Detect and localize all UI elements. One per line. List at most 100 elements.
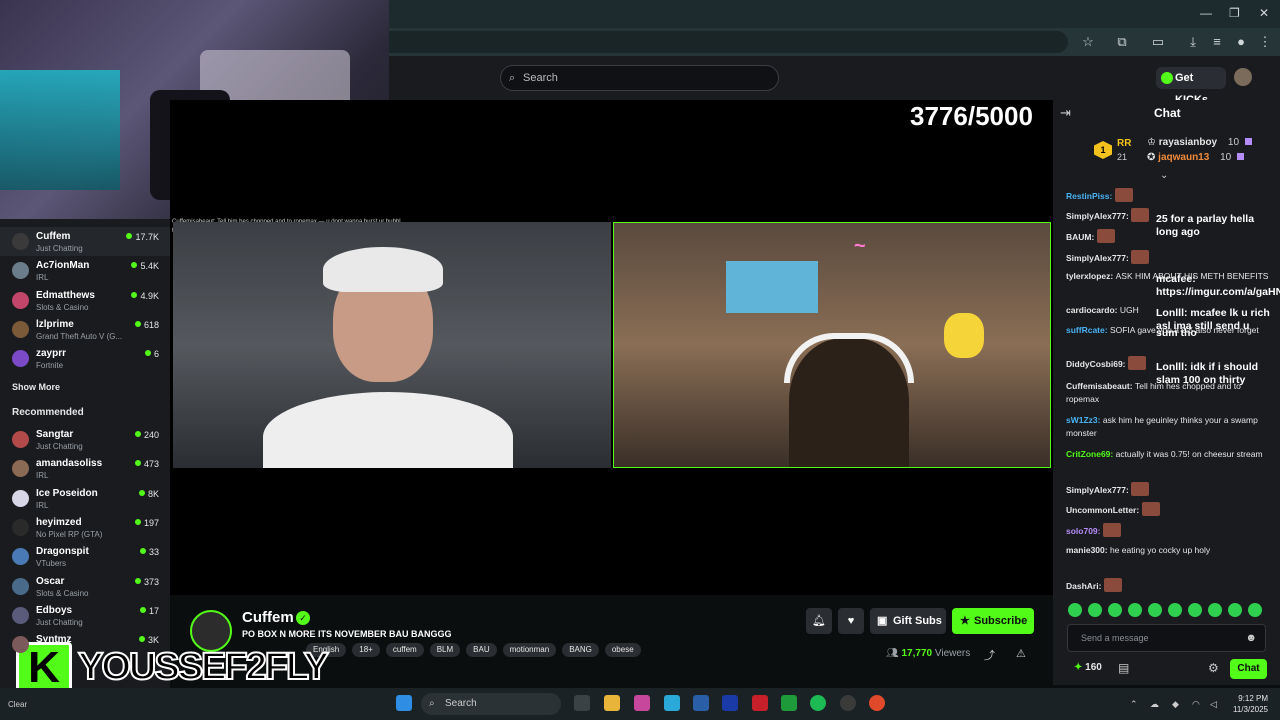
edge-icon[interactable] bbox=[664, 695, 680, 711]
taskbar-clock[interactable]: 9:12 PM 11/3/2025 bbox=[1228, 693, 1268, 715]
stream-tag[interactable]: cuffem bbox=[385, 643, 424, 657]
share-icon[interactable]: ⤴ bbox=[984, 647, 995, 663]
quick-emote[interactable] bbox=[1208, 603, 1222, 617]
chat-username[interactable]: RestinPiss: bbox=[1066, 191, 1115, 201]
wifi-icon[interactable]: ◠ bbox=[1192, 699, 1200, 710]
stream-title: PO BOX N MORE ITS NOVEMBER BAU BANGGG bbox=[242, 629, 452, 639]
stream-tag[interactable]: BANG bbox=[562, 643, 599, 657]
chat-username[interactable]: DashAri: bbox=[1066, 581, 1104, 591]
chat-username[interactable]: Cuffemisabeaut: bbox=[1066, 381, 1135, 391]
minimize-button[interactable]: — bbox=[1200, 6, 1212, 20]
url-field[interactable] bbox=[388, 31, 1068, 53]
sidebar-channel[interactable]: heyimzed No Pixel RP (GTA) 197 bbox=[0, 513, 170, 542]
chat-username[interactable]: SimplyAlex777: bbox=[1066, 253, 1131, 263]
copilot-icon[interactable] bbox=[634, 695, 650, 711]
leaderboard-user[interactable]: rayasianboy bbox=[1159, 137, 1217, 148]
chat-send-button[interactable]: Chat bbox=[1230, 659, 1267, 679]
show-more-link[interactable]: Show More bbox=[12, 382, 60, 392]
tray-chevron-icon[interactable]: ⌃ bbox=[1130, 699, 1138, 710]
sidebar-channel[interactable]: Oscar Slots & Casino 373 bbox=[0, 572, 170, 601]
sidebar-channel[interactable]: Edmatthews Slots & Casino 4.9K bbox=[0, 286, 170, 315]
start-icon[interactable] bbox=[396, 695, 412, 711]
store-app-icon[interactable] bbox=[693, 695, 709, 711]
report-icon[interactable]: ⚠ bbox=[1016, 647, 1026, 660]
task-view-icon[interactable] bbox=[574, 695, 590, 711]
quick-emote[interactable] bbox=[1168, 603, 1182, 617]
chat-settings-icon[interactable]: ⚙ bbox=[1208, 661, 1219, 675]
quick-emote[interactable] bbox=[1108, 603, 1122, 617]
stream-tag[interactable]: motionman bbox=[502, 643, 557, 657]
gift-subs-button[interactable]: ▣ Gift Subs bbox=[870, 608, 946, 634]
queue-icon[interactable]: ≡ bbox=[1209, 34, 1225, 50]
stream-tag[interactable]: BLM bbox=[429, 643, 461, 657]
chat-username[interactable]: BAUM: bbox=[1066, 232, 1097, 242]
sidebar-channel[interactable]: Cuffem Just Chatting 17.7K bbox=[0, 227, 170, 256]
browser-menu-icon[interactable]: ⋮ bbox=[1257, 34, 1273, 50]
chat-username[interactable]: SimplyAlex777: bbox=[1066, 485, 1131, 495]
l-app-icon[interactable] bbox=[722, 695, 738, 711]
quick-emote[interactable] bbox=[1068, 603, 1082, 617]
volume-icon[interactable]: ◁ bbox=[1210, 699, 1217, 710]
xbox-icon[interactable] bbox=[781, 695, 797, 711]
stream-tag[interactable]: 18+ bbox=[352, 643, 380, 657]
maximize-button[interactable]: ❐ bbox=[1229, 6, 1240, 20]
cloud-icon[interactable]: ☁ bbox=[1150, 699, 1159, 710]
file-explorer-icon[interactable] bbox=[604, 695, 620, 711]
chat-username[interactable]: cardiocardo: bbox=[1066, 305, 1120, 315]
app-icon[interactable] bbox=[840, 695, 856, 711]
quick-emote[interactable] bbox=[1148, 603, 1162, 617]
sidebar-channel[interactable]: zayprr Fortnite 6 bbox=[0, 344, 170, 373]
chat-username[interactable]: CritZone69: bbox=[1066, 449, 1116, 459]
profile-avatar[interactable]: ● bbox=[1233, 34, 1249, 50]
quick-emote[interactable] bbox=[1188, 603, 1202, 617]
taskbar-search[interactable]: ⌕ Search bbox=[421, 693, 561, 715]
tray-app-icon[interactable]: ◆ bbox=[1172, 699, 1179, 710]
stream-tag[interactable]: BAU bbox=[466, 643, 497, 657]
quick-emote[interactable] bbox=[1228, 603, 1242, 617]
search-input[interactable]: ⌕ Search bbox=[500, 65, 779, 91]
extensions-icon[interactable]: ⧉ bbox=[1114, 34, 1130, 50]
collapse-chat-icon[interactable]: ⇥ bbox=[1060, 105, 1071, 121]
sidebar-channel[interactable]: Edboys Just Chatting 17 bbox=[0, 601, 170, 630]
quick-emote[interactable] bbox=[1248, 603, 1262, 617]
quick-emote[interactable] bbox=[1088, 603, 1102, 617]
follow-heart-button[interactable]: ♥ bbox=[838, 608, 864, 634]
mcafee-icon[interactable] bbox=[752, 695, 768, 711]
emoji-picker-icon[interactable]: ☻ bbox=[1245, 625, 1257, 651]
expand-leaderboard-icon[interactable]: ⌄ bbox=[1160, 170, 1168, 181]
channel-points[interactable]: ✦ 160 bbox=[1074, 662, 1102, 673]
sidebar-channel[interactable]: Syntmz 3K bbox=[0, 630, 170, 659]
chat-username[interactable]: solo709: bbox=[1066, 526, 1103, 536]
leaderboard-user[interactable]: jaqwaun13 bbox=[1158, 152, 1209, 163]
sidebar-channel[interactable]: Dragonspit VTubers 33 bbox=[0, 542, 170, 571]
bookmark-star-icon[interactable]: ☆ bbox=[1080, 34, 1096, 50]
chat-username[interactable]: DiddyCosbi69: bbox=[1066, 359, 1128, 369]
channel-avatar bbox=[12, 431, 29, 448]
sidepanel-icon[interactable]: ▭ bbox=[1150, 34, 1166, 50]
quick-emote[interactable] bbox=[1128, 603, 1142, 617]
download-icon[interactable]: ⤓ bbox=[1185, 34, 1201, 50]
get-kicks-button[interactable]: Get KICKs bbox=[1156, 67, 1226, 106]
chat-username[interactable]: sW1Zz3: bbox=[1066, 415, 1103, 425]
spotify-icon[interactable] bbox=[810, 695, 826, 711]
subscribe-button[interactable]: ★ Subscribe bbox=[952, 608, 1034, 634]
chat-username[interactable]: suffRcate: bbox=[1066, 325, 1110, 335]
sidebar-channel[interactable]: lzlprime Grand Theft Auto V (G... 618 bbox=[0, 315, 170, 344]
chrome-icon[interactable] bbox=[869, 695, 885, 711]
user-avatar[interactable] bbox=[1234, 68, 1252, 86]
chat-username[interactable]: SimplyAlex777: bbox=[1066, 211, 1131, 221]
sidebar-channel[interactable]: amandasoliss IRL 473 bbox=[0, 454, 170, 483]
chat-username[interactable]: UncommonLetter: bbox=[1066, 505, 1142, 515]
send-message-input[interactable]: Send a message ☻ bbox=[1067, 624, 1266, 652]
stream-tag[interactable]: obese bbox=[604, 643, 641, 657]
sidebar-channel[interactable]: Ice Poseidon IRL 8K bbox=[0, 484, 170, 513]
notification-bell-button[interactable]: 🔔︎ bbox=[806, 608, 832, 634]
store-icon[interactable]: ▤ bbox=[1118, 661, 1129, 675]
weather-widget[interactable]: Clear bbox=[8, 700, 27, 709]
close-window-button[interactable]: ✕ bbox=[1259, 6, 1269, 20]
chat-username[interactable]: tylerxlopez: bbox=[1066, 271, 1116, 281]
sidebar-channel[interactable]: Ac7ionMan IRL 5.4K bbox=[0, 256, 170, 285]
sidebar-channel[interactable]: Sangtar Just Chatting 240 bbox=[0, 425, 170, 454]
streamer-name[interactable]: Cuffem bbox=[242, 609, 294, 626]
chat-username[interactable]: manie300: bbox=[1066, 545, 1110, 555]
